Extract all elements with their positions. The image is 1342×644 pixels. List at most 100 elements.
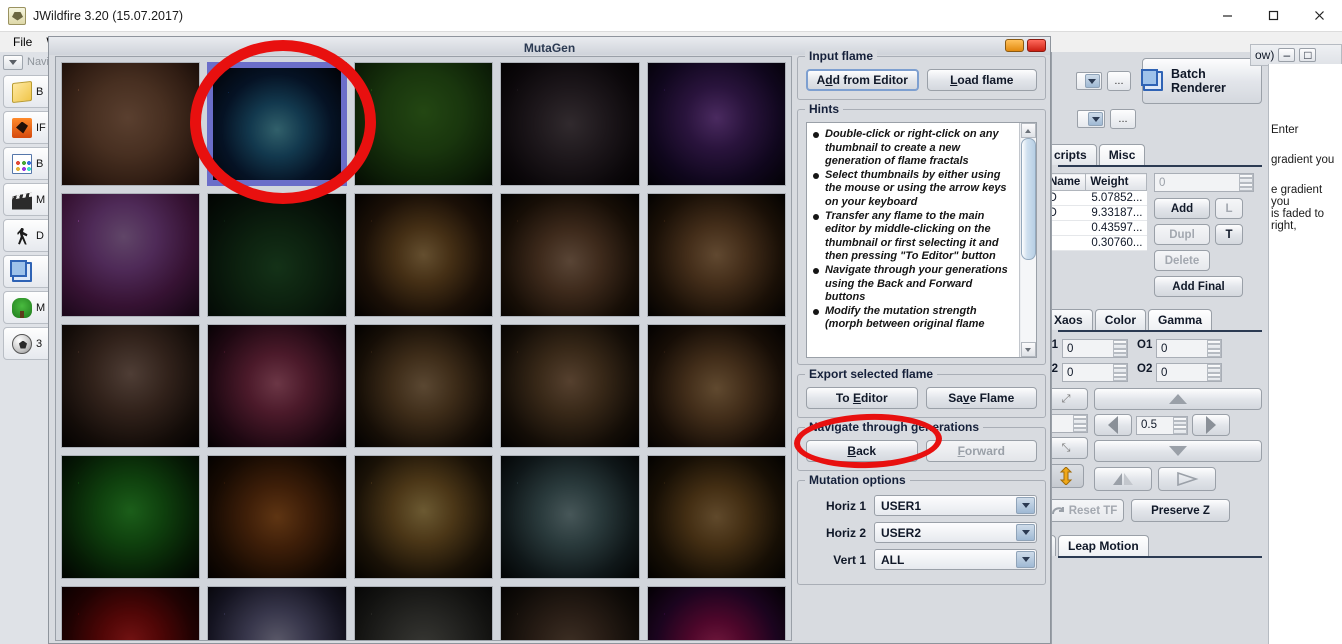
thumbnail[interactable] <box>500 62 640 186</box>
preserve-z-button[interactable]: Preserve Z <box>1131 499 1230 522</box>
back-button[interactable]: Back <box>806 440 918 462</box>
table-row[interactable]: 0.43597... <box>1052 220 1147 236</box>
sidebar-item-ifs[interactable]: IF <box>3 111 53 144</box>
thumbnail[interactable] <box>61 455 201 579</box>
scrollbar-thumb[interactable] <box>1020 138 1036 261</box>
weight-spinner[interactable]: 0 <box>1154 173 1254 192</box>
chevron-down-icon[interactable] <box>1016 497 1035 514</box>
chevron-down-icon[interactable] <box>1016 524 1035 541</box>
thumbnail[interactable] <box>353 455 494 579</box>
thumbnail[interactable] <box>646 324 786 448</box>
move-left-button[interactable] <box>1094 414 1132 436</box>
y1-field[interactable]: 0 <box>1062 339 1128 358</box>
thumbnail-selected[interactable] <box>207 62 347 186</box>
y2-field[interactable]: 0 <box>1062 363 1128 382</box>
add-final-button[interactable]: Add Final <box>1154 276 1243 297</box>
vert1-combo[interactable]: ALL <box>874 549 1037 570</box>
sidebar-item-batch[interactable]: B <box>3 147 53 180</box>
thumbnail[interactable] <box>500 324 640 448</box>
thumbnail[interactable] <box>61 586 201 640</box>
thumbnail[interactable] <box>207 324 347 448</box>
thumbnail[interactable] <box>207 586 347 640</box>
add-from-editor-button[interactable]: Add from Editor <box>806 69 919 91</box>
hints-box[interactable]: Double-click or right-click on any thumb… <box>806 122 1037 358</box>
spinner-up-icon[interactable] <box>1113 340 1127 349</box>
thumbnail[interactable] <box>500 455 640 579</box>
l-button[interactable]: L <box>1215 198 1243 219</box>
doc-maximize-icon[interactable]: □ <box>1299 48 1317 62</box>
table-row[interactable]: 0.30760... <box>1052 235 1147 251</box>
chevron-down-icon[interactable] <box>1016 551 1035 568</box>
scrollbar-track[interactable] <box>1020 138 1036 342</box>
scroll-up-icon[interactable] <box>1020 123 1036 138</box>
thumbnail[interactable] <box>500 586 640 640</box>
close-icon[interactable] <box>1027 39 1046 52</box>
sidebar-item-render[interactable] <box>3 255 53 288</box>
dupl-button[interactable]: Dupl <box>1154 224 1210 245</box>
chevron-down-icon[interactable] <box>3 54 23 70</box>
chevron-down-icon[interactable] <box>1084 74 1100 88</box>
thumbnail[interactable] <box>61 193 201 317</box>
thumbnail[interactable] <box>500 193 640 317</box>
table-row[interactable]: D 9.33187... <box>1052 205 1147 221</box>
sidebar-item-box[interactable]: B <box>3 75 53 108</box>
thumbnail[interactable] <box>61 62 201 186</box>
free-move-button-1[interactable]: ⤢ <box>1052 388 1088 410</box>
thumbnail[interactable] <box>353 324 494 448</box>
o2-field[interactable]: 0 <box>1156 363 1222 382</box>
tab-scripts[interactable]: cripts <box>1052 144 1097 165</box>
spinner-arrows[interactable] <box>1113 364 1127 381</box>
free-move-button-2[interactable]: ⤡ <box>1052 437 1088 459</box>
spinner-down-icon[interactable] <box>1113 348 1127 357</box>
save-flame-button[interactable]: Save Flame <box>925 387 1037 409</box>
move-right-button[interactable] <box>1192 414 1230 436</box>
spinner-down-icon[interactable] <box>1173 425 1187 434</box>
tab-gamma[interactable]: Gamma <box>1148 309 1213 330</box>
thumbnail[interactable] <box>353 193 494 317</box>
thumbnail[interactable] <box>61 324 201 448</box>
thumbnail[interactable] <box>353 586 494 640</box>
o1-field[interactable]: 0 <box>1156 339 1222 358</box>
tab-partial[interactable] <box>1052 535 1056 556</box>
tab-leap-motion[interactable]: Leap Motion <box>1058 535 1149 556</box>
horiz2-combo[interactable]: USER2 <box>874 522 1037 543</box>
thumbnail[interactable] <box>646 193 786 317</box>
hints-scrollbar[interactable] <box>1019 123 1036 357</box>
flip-vertical-button[interactable] <box>1158 467 1216 491</box>
move-up-button[interactable] <box>1094 388 1262 410</box>
thumbnail[interactable] <box>646 62 786 186</box>
to-editor-button[interactable]: To Editor <box>806 387 918 409</box>
spinner-up-icon[interactable] <box>1207 340 1221 349</box>
spinner-up-icon[interactable] <box>1113 364 1127 373</box>
spinner-up-icon[interactable] <box>1239 174 1253 183</box>
close-icon[interactable] <box>1296 0 1342 32</box>
load-flame-button[interactable]: Load flame <box>926 69 1037 91</box>
thumbnail[interactable] <box>353 62 494 186</box>
spinner-down-icon[interactable] <box>1073 423 1087 432</box>
spinner-down-icon[interactable] <box>1113 372 1127 381</box>
spinner-down-icon[interactable] <box>1207 348 1221 357</box>
flip-horizontal-button[interactable] <box>1094 467 1152 491</box>
move-step-field[interactable] <box>1052 414 1088 433</box>
quality-combo-1[interactable] <box>1075 72 1102 90</box>
add-button[interactable]: Add <box>1154 198 1210 219</box>
reset-tf-button[interactable]: Reset TF <box>1052 499 1124 522</box>
spinner-arrows[interactable] <box>1239 174 1253 191</box>
t-button[interactable]: T <box>1215 224 1243 245</box>
forward-button[interactable]: Forward <box>925 440 1037 462</box>
sidebar-item-dance[interactable]: D <box>3 219 53 252</box>
sidebar-item-3d[interactable]: 3 <box>3 327 53 360</box>
table-row[interactable]: D 5.07852... <box>1052 190 1147 206</box>
doc-minimize-icon[interactable]: – <box>1278 48 1296 62</box>
spinner-up-icon[interactable] <box>1207 364 1221 373</box>
sidebar-item-movie[interactable]: M <box>3 183 53 216</box>
spinner-arrows[interactable] <box>1173 416 1187 434</box>
menu-file[interactable]: File <box>6 34 39 50</box>
move-down-button[interactable] <box>1094 440 1262 462</box>
tab-color[interactable]: Color <box>1094 309 1147 330</box>
spinner-up-icon[interactable] <box>1073 415 1087 424</box>
chevron-down-icon[interactable] <box>1088 112 1103 126</box>
sidebar-item-tree[interactable]: M <box>3 291 53 324</box>
tab-misc[interactable]: Misc <box>1098 144 1146 165</box>
tab-xaos[interactable]: Xaos <box>1052 309 1093 330</box>
